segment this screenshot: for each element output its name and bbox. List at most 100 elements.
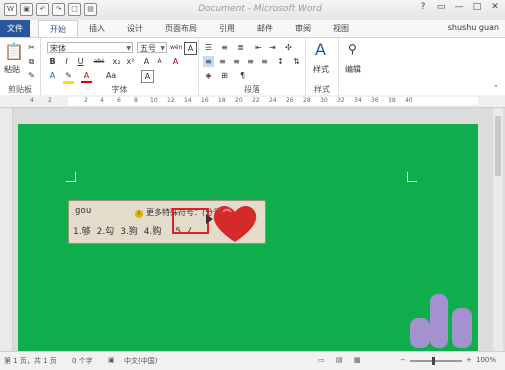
font-color-icon[interactable]: A bbox=[81, 70, 92, 83]
read-mode-icon[interactable]: ▭ bbox=[318, 356, 325, 364]
cut-icon[interactable]: ✂ bbox=[26, 42, 37, 53]
tab-design[interactable]: 设计 bbox=[116, 20, 154, 38]
minimize-button[interactable]: — bbox=[453, 2, 465, 12]
shrink-font-button[interactable]: A bbox=[154, 56, 165, 67]
line-spacing-icon[interactable]: ↕ bbox=[275, 56, 286, 67]
ime-candidate[interactable]: 1.够 bbox=[73, 224, 91, 237]
superscript-button[interactable]: x² bbox=[125, 56, 136, 67]
language[interactable]: 中文(中国) bbox=[124, 356, 157, 366]
save-icon[interactable]: ▣ bbox=[20, 3, 33, 16]
paste-icon[interactable]: 📋 bbox=[4, 42, 24, 61]
chevron-down-icon: ▼ bbox=[160, 45, 165, 52]
ruler-number: 6 bbox=[117, 97, 121, 104]
distributed-icon[interactable]: ≡ bbox=[259, 56, 270, 67]
ruler-number: 4 bbox=[30, 97, 34, 104]
italic-button[interactable]: I bbox=[61, 56, 72, 67]
underline-button[interactable]: U bbox=[75, 56, 86, 67]
tab-review[interactable]: 审阅 bbox=[284, 20, 322, 38]
title-bar: W ▣ ↶ ↷ □ ▤ Document - Microsoft Word ? … bbox=[0, 0, 505, 20]
justify-icon[interactable]: ≡ bbox=[245, 56, 256, 67]
align-left-icon[interactable]: ≡ bbox=[203, 56, 214, 67]
bold-button[interactable]: B bbox=[47, 56, 58, 67]
open-icon[interactable]: ▤ bbox=[84, 3, 97, 16]
ime-candidate[interactable]: 4.购 bbox=[144, 224, 162, 237]
shading-icon[interactable]: ◈ bbox=[203, 70, 214, 81]
binoculars-icon[interactable]: ⚲ bbox=[348, 42, 357, 56]
ruler-number: 30 bbox=[320, 97, 328, 104]
word-icon: W bbox=[4, 3, 17, 16]
vertical-ruler[interactable] bbox=[0, 108, 13, 351]
tab-home[interactable]: 开始 bbox=[38, 20, 78, 38]
copy-icon[interactable]: ⧉ bbox=[26, 56, 37, 67]
ruler-number: 12 bbox=[167, 97, 175, 104]
decrease-indent-icon[interactable]: ⇤ bbox=[253, 42, 264, 53]
undo-icon[interactable]: ↶ bbox=[36, 3, 49, 16]
font-name-value: 宋体 bbox=[50, 44, 66, 53]
tab-file[interactable]: 文件 bbox=[0, 20, 30, 37]
change-case-button[interactable]: Aa bbox=[103, 70, 119, 81]
format-painter-icon[interactable]: ✎ bbox=[26, 70, 37, 81]
ribbon-display-button[interactable]: ▭ bbox=[435, 2, 447, 12]
ruler-number: 24 bbox=[269, 97, 277, 104]
multilevel-list-icon[interactable]: ≣ bbox=[235, 42, 246, 53]
tab-page-layout[interactable]: 页面布局 bbox=[154, 20, 208, 38]
align-center-icon[interactable]: ≡ bbox=[217, 56, 228, 67]
zoom-slider[interactable] bbox=[410, 357, 462, 365]
styles-icon[interactable]: A bbox=[315, 40, 326, 59]
char-shading-icon[interactable]: A bbox=[141, 70, 154, 83]
font-name-select[interactable]: 宋体 ▼ bbox=[47, 42, 133, 53]
highlight-color-icon[interactable]: ✎ bbox=[63, 70, 74, 84]
tab-references[interactable]: 引用 bbox=[208, 20, 246, 38]
font-size-select[interactable]: 五号 ▼ bbox=[137, 42, 167, 53]
show-marks-icon[interactable]: ¶ bbox=[237, 70, 248, 81]
collapse-ribbon-icon[interactable]: ⌃ bbox=[493, 84, 499, 92]
proofing-icon[interactable]: ▣ bbox=[108, 356, 115, 364]
margin-corner-mark bbox=[66, 172, 76, 182]
new-doc-icon[interactable]: □ bbox=[68, 3, 81, 16]
vertical-scrollbar[interactable] bbox=[493, 108, 503, 351]
ruler-number: 14 bbox=[184, 97, 192, 104]
print-layout-icon[interactable]: ▤ bbox=[336, 356, 343, 364]
paste-button[interactable]: 粘贴 bbox=[4, 64, 20, 75]
ruler-number: 2 bbox=[48, 97, 52, 104]
clear-format-button[interactable]: A bbox=[170, 56, 181, 67]
bullets-icon[interactable]: ☰ bbox=[203, 42, 214, 53]
ime-candidate[interactable]: 2.勾 bbox=[97, 224, 115, 237]
maximize-button[interactable]: □ bbox=[471, 2, 483, 12]
ime-candidate[interactable]: 3.狗 bbox=[120, 224, 138, 237]
user-name[interactable]: shushu guan bbox=[448, 23, 499, 32]
grow-font-button[interactable]: A bbox=[141, 56, 152, 67]
clipboard-group-label: 剪贴板 bbox=[8, 85, 32, 94]
sort-icon[interactable]: ⇅ bbox=[291, 56, 302, 67]
page-count[interactable]: 第 1 页，共 1 页 bbox=[4, 356, 57, 366]
scrollbar-thumb[interactable] bbox=[495, 116, 501, 176]
tab-insert[interactable]: 插入 bbox=[78, 20, 116, 38]
zoom-out-icon[interactable]: − bbox=[400, 356, 406, 364]
chinese-layout-icon[interactable]: ✣ bbox=[283, 42, 294, 53]
phonetic-guide-button[interactable]: wén bbox=[170, 42, 182, 53]
char-border-button[interactable]: A bbox=[184, 42, 197, 55]
editing-button[interactable]: 编辑 bbox=[345, 64, 361, 75]
numbering-icon[interactable]: ≡ bbox=[219, 42, 230, 53]
zoom-level[interactable]: 100% bbox=[476, 356, 496, 364]
tab-mailings[interactable]: 邮件 bbox=[246, 20, 284, 38]
word-count[interactable]: 0 个字 bbox=[72, 356, 93, 366]
align-right-icon[interactable]: ≡ bbox=[231, 56, 242, 67]
styles-group-label: 样式 bbox=[314, 85, 330, 94]
strikethrough-button[interactable]: abc bbox=[91, 56, 107, 67]
styles-button[interactable]: 样式 bbox=[313, 64, 329, 75]
subscript-button[interactable]: x₂ bbox=[111, 56, 122, 67]
borders-icon[interactable]: ⊞ bbox=[219, 70, 230, 81]
zoom-in-icon[interactable]: + bbox=[466, 356, 472, 364]
status-bar: 第 1 页，共 1 页 0 个字 ▣ 中文(中国) ▭ ▤ ▦ − + 100% bbox=[0, 351, 505, 370]
redo-icon[interactable]: ↷ bbox=[52, 3, 65, 16]
zoom-slider-knob[interactable] bbox=[432, 357, 435, 365]
increase-indent-icon[interactable]: ⇥ bbox=[267, 42, 278, 53]
help-button[interactable]: ? bbox=[417, 2, 429, 12]
web-layout-icon[interactable]: ▦ bbox=[354, 356, 361, 364]
tab-view[interactable]: 视图 bbox=[322, 20, 360, 38]
close-button[interactable]: ✕ bbox=[489, 2, 501, 12]
ruler-number: 8 bbox=[134, 97, 138, 104]
text-effects-icon[interactable]: A bbox=[47, 70, 58, 81]
horizontal-ruler[interactable]: 4 2 2 4 6 8 10 12 14 16 18 20 22 24 26 2… bbox=[0, 95, 505, 108]
